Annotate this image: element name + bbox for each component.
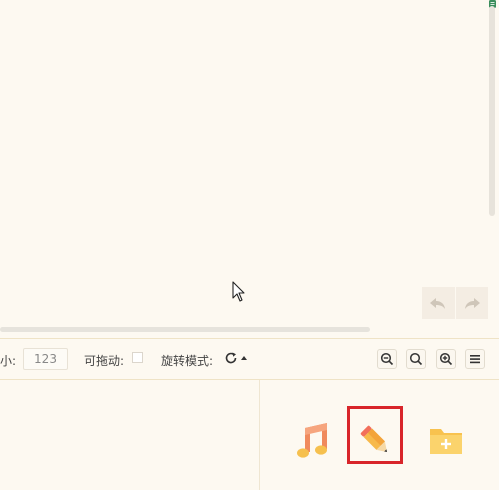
zoom-out-button[interactable]: [377, 349, 397, 369]
undo-arrow-icon: [430, 298, 446, 309]
draggable-label: 可拖动:: [84, 354, 125, 368]
draggable-checkbox[interactable]: [132, 352, 143, 363]
zoom-in-icon: [439, 352, 453, 366]
zoom-out-icon: [380, 352, 394, 366]
vertical-scrollbar-thumb[interactable]: [489, 6, 495, 216]
zoom-in-button[interactable]: [436, 349, 456, 369]
horizontal-scrollbar-thumb[interactable]: [0, 327, 370, 332]
size-input[interactable]: 123: [23, 348, 68, 370]
rotate-mode-label: 旋转模式:: [161, 354, 214, 368]
music-note-icon: [297, 423, 327, 458]
add-folder-button[interactable]: [426, 418, 466, 462]
redo-button[interactable]: [454, 287, 489, 319]
rotate-cw-icon: [225, 352, 237, 364]
music-tool-button[interactable]: [292, 418, 332, 462]
selected-tool-highlight: [347, 406, 403, 464]
redo-arrow-icon: [464, 298, 480, 309]
folder-add-icon: [430, 429, 462, 454]
content-panel: [0, 380, 259, 490]
undo-redo-group: [422, 287, 488, 319]
hamburger-menu-icon: [470, 355, 480, 364]
menu-button[interactable]: [465, 349, 485, 369]
mouse-pointer-icon: [232, 281, 245, 302]
rotate-mode-dropdown[interactable]: [224, 349, 252, 367]
zoom-reset-button[interactable]: [406, 349, 426, 369]
size-label: 大小:: [0, 354, 17, 368]
zoom-reset-icon: [409, 352, 423, 366]
undo-button[interactable]: [422, 287, 455, 319]
caret-up-icon: [241, 356, 247, 360]
